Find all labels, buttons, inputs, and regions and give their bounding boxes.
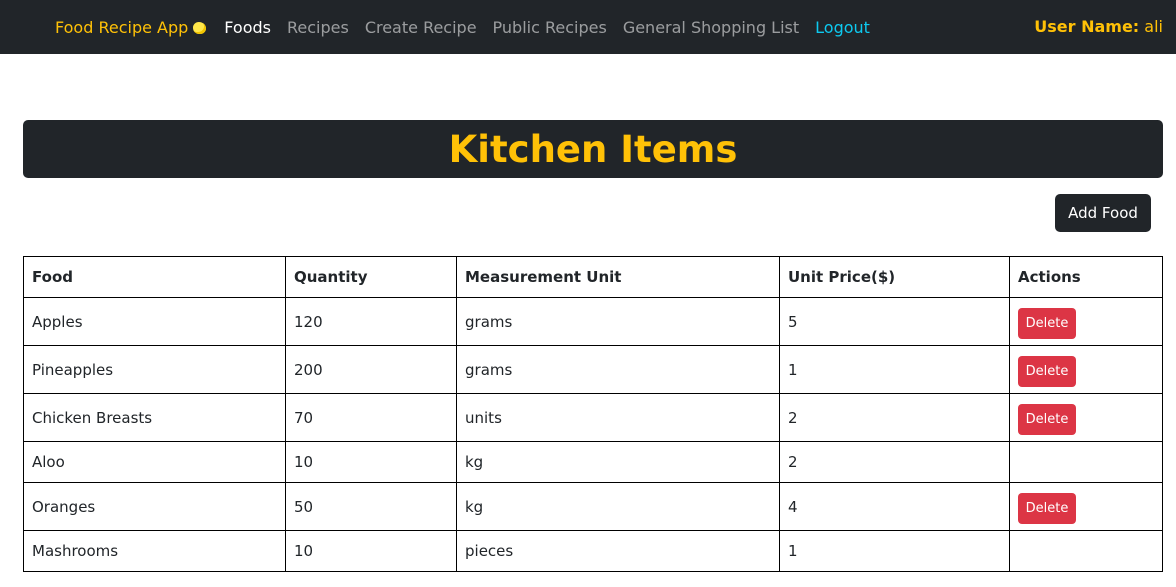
cell-quantity: 120 [285,297,457,346]
nav-general-shopping-list[interactable]: General Shopping List [623,18,799,37]
cell-measurement-unit: grams [456,297,780,346]
cell-food: Pineapples [23,345,286,394]
cell-quantity: 70 [285,393,457,442]
nav-links: Foods Recipes Create Recipe Public Recip… [224,18,886,37]
kitchen-items-table: Food Quantity Measurement Unit Unit Pric… [23,256,1163,572]
cell-unit-price: 1 [779,530,1010,572]
cell-actions [1009,441,1163,483]
table-row: Aloo 10 kg 2 [23,441,1163,483]
nav-recipes[interactable]: Recipes [287,18,349,37]
cell-unit-price: 1 [779,345,1010,394]
cell-unit-price: 2 [779,441,1010,483]
navbar: Food Recipe App Foods Recipes Create Rec… [0,0,1176,54]
table-header-row: Food Quantity Measurement Unit Unit Pric… [23,256,1163,298]
cell-food: Chicken Breasts [23,393,286,442]
cell-measurement-unit: kg [456,482,780,531]
cell-quantity: 50 [285,482,457,531]
user-value: ali [1144,17,1163,36]
header-food: Food [23,256,286,298]
cell-measurement-unit: pieces [456,530,780,572]
header-quantity: Quantity [285,256,457,298]
table-row: Pineapples 200 grams 1 Delete [23,345,1163,394]
delete-button[interactable]: Delete [1018,492,1076,524]
cell-quantity: 10 [285,530,457,572]
cell-food: Apples [23,297,286,346]
page-title-bar: Kitchen Items [23,120,1163,178]
cell-actions: Delete [1009,482,1163,531]
cell-quantity: 200 [285,345,457,394]
cell-actions: Delete [1009,297,1163,346]
brand-label: Food Recipe App [55,17,189,37]
table-row: Apples 120 grams 5 Delete [23,297,1163,346]
nav-create-recipe[interactable]: Create Recipe [365,18,477,37]
cell-measurement-unit: grams [456,345,780,394]
cell-quantity: 10 [285,441,457,483]
delete-button[interactable]: Delete [1018,307,1076,339]
nav-public-recipes[interactable]: Public Recipes [493,18,607,37]
nav-logout[interactable]: Logout [815,18,870,37]
lemon-icon [193,22,207,34]
cell-actions: Delete [1009,393,1163,442]
delete-button[interactable]: Delete [1018,355,1076,387]
header-measurement-unit: Measurement Unit [456,256,780,298]
cell-food: Oranges [23,482,286,531]
table-body: Apples 120 grams 5 Delete Pineapples 200 grams 1… [23,297,1163,572]
cell-unit-price: 2 [779,393,1010,442]
user-info: User Name: ali [1034,17,1163,36]
add-food-button[interactable]: Add Food [1055,194,1151,232]
header-unit-price: Unit Price($) [779,256,1010,298]
cell-actions [1009,530,1163,572]
cell-food: Aloo [23,441,286,483]
table-row: Oranges 50 kg 4 Delete [23,482,1163,531]
user-label: User Name: [1034,17,1140,36]
header-actions: Actions [1009,256,1163,298]
cell-measurement-unit: kg [456,441,780,483]
cell-unit-price: 5 [779,297,1010,346]
brand-link[interactable]: Food Recipe App [55,17,207,37]
cell-actions: Delete [1009,345,1163,394]
nav-foods[interactable]: Foods [224,18,271,37]
cell-measurement-unit: units [456,393,780,442]
delete-button[interactable]: Delete [1018,403,1076,435]
cell-food: Mashrooms [23,530,286,572]
cell-unit-price: 4 [779,482,1010,531]
table-row: Mashrooms 10 pieces 1 [23,530,1163,572]
page-title: Kitchen Items [448,127,738,171]
table-row: Chicken Breasts 70 units 2 Delete [23,393,1163,442]
